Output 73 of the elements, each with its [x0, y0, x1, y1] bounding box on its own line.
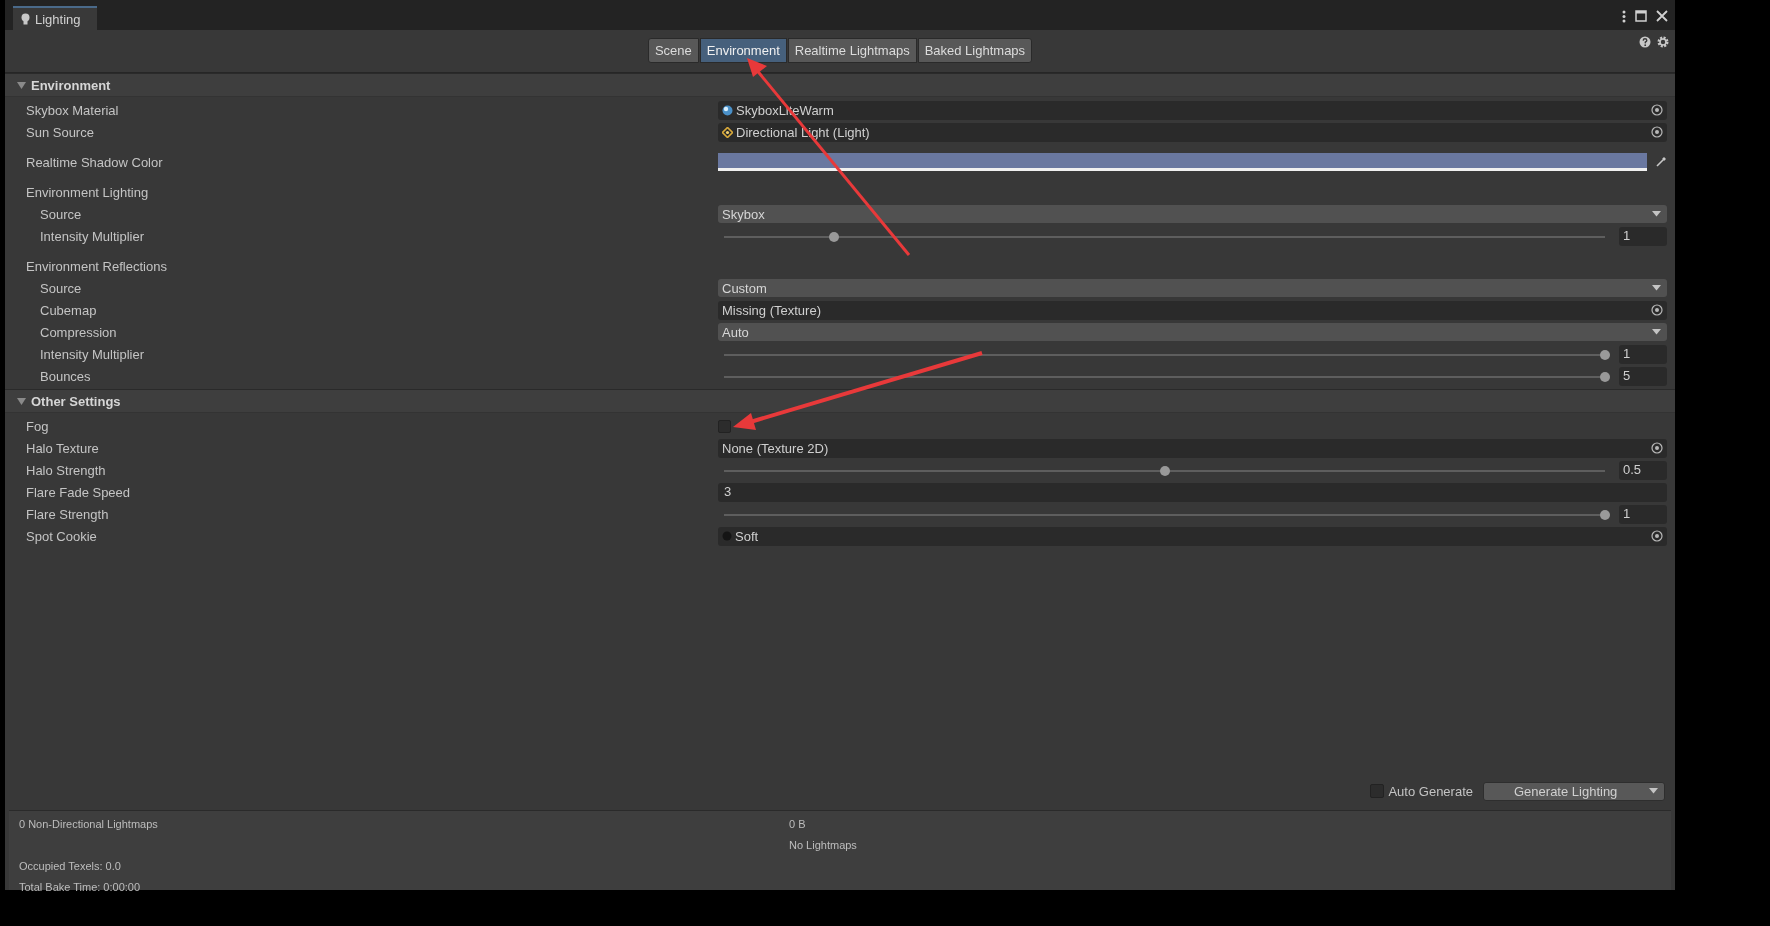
- foldout-icon[interactable]: [17, 80, 26, 90]
- field-label: Realtime Shadow Color: [25, 154, 164, 170]
- number-field[interactable]: 1: [1619, 226, 1667, 246]
- dropdown[interactable]: Skybox: [718, 205, 1667, 223]
- caret-icon: [1652, 211, 1661, 217]
- caret-icon: [1652, 285, 1661, 291]
- number-field[interactable]: 0.5: [1619, 460, 1667, 480]
- settings-icon[interactable]: [1657, 36, 1669, 48]
- dropdown[interactable]: Custom: [718, 279, 1667, 297]
- help-icon[interactable]: [1639, 36, 1651, 48]
- slider-thumb[interactable]: [1600, 349, 1610, 360]
- window-tab[interactable]: Lighting: [13, 6, 97, 30]
- light-icon: [722, 126, 733, 138]
- caret-icon: [1652, 329, 1661, 335]
- number-field[interactable]: 3: [718, 482, 1667, 502]
- field-label: Compression: [39, 324, 118, 340]
- slider-thumb[interactable]: [1159, 465, 1170, 476]
- tab[interactable]: Realtime Lightmaps: [787, 38, 917, 63]
- checkbox-label: Auto Generate: [1388, 783, 1473, 799]
- eyedropper-icon[interactable]: [1655, 156, 1667, 168]
- tab[interactable]: Environment: [699, 38, 787, 63]
- occupied-texels: Occupied Texels: 0.0: [19, 859, 122, 872]
- section-title: Other Settings: [31, 393, 121, 409]
- object-picker-icon[interactable]: [1651, 126, 1663, 138]
- field-label: Spot Cookie: [25, 528, 98, 544]
- object-picker-icon[interactable]: [1651, 530, 1663, 542]
- lightmap-list: No Lightmaps: [789, 838, 1671, 851]
- lightbulb-icon: [21, 13, 30, 25]
- field-label: Cubemap: [39, 302, 98, 318]
- object-picker-icon[interactable]: [1651, 442, 1663, 454]
- field-label: Fog: [25, 418, 50, 434]
- caret-icon: [1649, 788, 1658, 794]
- slider-thumb[interactable]: [829, 231, 840, 242]
- section-header[interactable]: Environment: [5, 73, 1675, 97]
- menu-icon[interactable]: [1622, 9, 1626, 23]
- lightmap-size: 0 B: [789, 817, 807, 830]
- number-field[interactable]: 1: [1619, 504, 1667, 524]
- field-label: Halo Texture: [25, 440, 100, 456]
- object-field[interactable]: Missing (Texture): [718, 300, 1667, 320]
- field-label: Environment Lighting: [25, 184, 150, 200]
- slider-thumb[interactable]: [1600, 371, 1610, 382]
- field-label: Source: [39, 206, 83, 222]
- number-field[interactable]: 5: [1619, 366, 1667, 386]
- field-label: Environment Reflections: [25, 258, 168, 274]
- dropdown[interactable]: Auto: [718, 323, 1667, 341]
- field-label: Source: [39, 280, 83, 296]
- close-icon[interactable]: [1656, 10, 1668, 22]
- slider-thumb[interactable]: [1600, 509, 1610, 520]
- color-swatch[interactable]: [718, 153, 1647, 171]
- field-label: Sun Source: [25, 124, 95, 140]
- foldout-icon[interactable]: [17, 396, 26, 406]
- object-picker-icon[interactable]: [1651, 304, 1663, 316]
- field-label: Halo Strength: [25, 462, 107, 478]
- bake-time: Total Bake Time: 0:00:00: [19, 880, 142, 893]
- object-picker-icon[interactable]: [1651, 104, 1663, 116]
- field-label: Bounces: [39, 368, 92, 384]
- field-label: Intensity Multiplier: [39, 228, 146, 244]
- section-header[interactable]: Other Settings: [5, 389, 1675, 413]
- tab[interactable]: Baked Lightmaps: [917, 38, 1033, 63]
- window-title: Lighting: [35, 11, 81, 27]
- object-field[interactable]: None (Texture 2D): [718, 438, 1667, 458]
- field-label: Flare Strength: [25, 506, 110, 522]
- field-label: Flare Fade Speed: [25, 484, 132, 500]
- generate-lighting-button[interactable]: Generate Lighting: [1483, 781, 1665, 801]
- tab[interactable]: Scene: [647, 38, 699, 63]
- field-label: Intensity Multiplier: [39, 346, 146, 362]
- sphere-icon: [722, 104, 733, 116]
- maximize-icon[interactable]: [1635, 10, 1647, 22]
- number-field[interactable]: 1: [1619, 344, 1667, 364]
- object-field[interactable]: Soft: [718, 526, 1667, 546]
- lightmap-count: 0 Non-Directional Lightmaps: [19, 817, 159, 830]
- section-title: Environment: [31, 77, 111, 93]
- field-label: Skybox Material: [25, 102, 120, 118]
